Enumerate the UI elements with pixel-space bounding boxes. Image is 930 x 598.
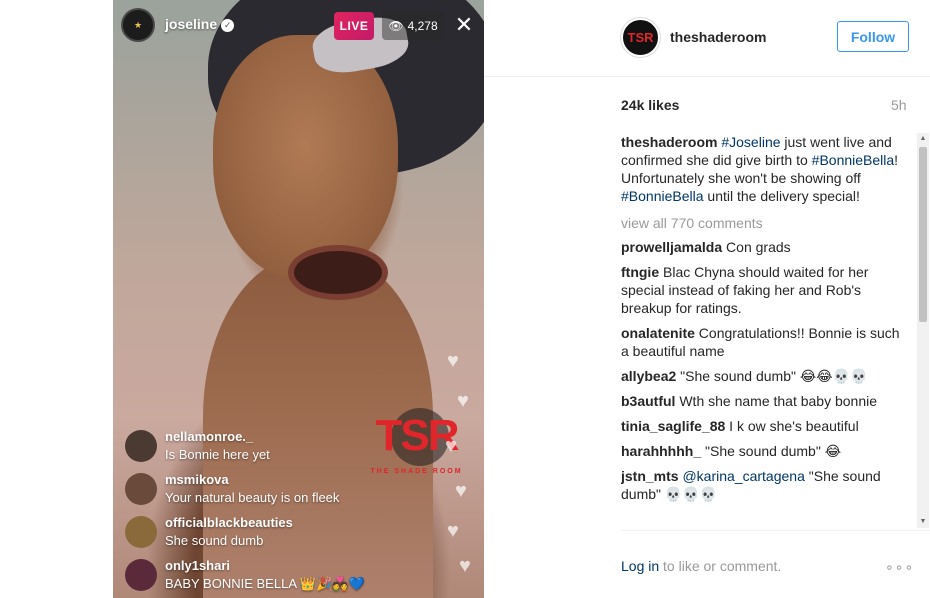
profile-username[interactable]: theshaderoom bbox=[670, 29, 766, 45]
heart-icon: ♥ bbox=[445, 435, 457, 457]
heart-icon: ♥ bbox=[457, 390, 469, 412]
commenter-username[interactable]: nellamonroe._ bbox=[165, 428, 270, 446]
comment-text: Wth she name that baby bonnie bbox=[675, 393, 878, 409]
comment-username[interactable]: onalatenite bbox=[621, 325, 695, 341]
live-badge: LIVE bbox=[334, 12, 374, 40]
live-comment: officialblackbeauties She sound dumb bbox=[125, 514, 385, 557]
comment-text: Is Bonnie here yet bbox=[165, 447, 270, 462]
comment-text: Blac Chyna should waited for her special… bbox=[621, 264, 869, 316]
comment-text: I k ow she's beautiful bbox=[725, 418, 859, 434]
comment: harahhhhh_ "She sound dumb" 😂 bbox=[621, 442, 911, 460]
comment-text: She sound dumb bbox=[165, 533, 264, 548]
comment-text: "She sound dumb" 😂 bbox=[701, 443, 842, 459]
live-comment: only1shari BABY BONNIE BELLA 👑🎉💑💙 bbox=[125, 557, 385, 598]
comment: onalatenite Congratulations!! Bonnie is … bbox=[621, 324, 911, 360]
live-broadcaster[interactable]: ★ joseline ✓ bbox=[121, 8, 235, 42]
heart-icon: ♥ bbox=[447, 350, 459, 372]
broadcaster-username[interactable]: joseline bbox=[165, 16, 217, 32]
close-icon[interactable]: ✕ bbox=[453, 14, 475, 36]
eye-icon: 👁 bbox=[388, 19, 404, 33]
caption-text: until the delivery special! bbox=[703, 188, 860, 204]
floating-hearts: ♥ ♥ ♥ ♥ ♥ ♥ bbox=[443, 340, 483, 598]
scroll-up-arrow-icon[interactable]: ▲ bbox=[919, 135, 927, 143]
live-comment: msmikova Your natural beauty is on fleek bbox=[125, 471, 385, 514]
view-all-comments-link[interactable]: view all 770 comments bbox=[621, 215, 911, 231]
post-header: TSR theshaderoom Follow bbox=[484, 0, 930, 77]
comment-text: "She sound dumb" 😂😂💀💀 bbox=[676, 368, 868, 384]
viewer-count: 👁 4,278 bbox=[382, 12, 444, 40]
post-caption: theshaderoom #Joseline just went live an… bbox=[621, 133, 911, 205]
broadcaster-avatar[interactable]: ★ bbox=[121, 8, 155, 42]
comment: jstn_mts @karina_cartagena "She sound du… bbox=[621, 467, 911, 503]
comment-text: Your natural beauty is on fleek bbox=[165, 490, 340, 505]
commenter-avatar[interactable] bbox=[125, 516, 157, 548]
video-frame-mouth bbox=[288, 245, 388, 300]
comment-username[interactable]: allybea2 bbox=[621, 368, 676, 384]
video-frame-face bbox=[213, 35, 398, 280]
likes-count[interactable]: 24k likes bbox=[621, 97, 679, 113]
commenter-username[interactable]: only1shari bbox=[165, 557, 365, 575]
hashtag-link[interactable]: #Joseline bbox=[721, 134, 780, 150]
commenter-avatar[interactable] bbox=[125, 473, 157, 505]
hashtag-link[interactable]: #BonnieBella bbox=[812, 152, 895, 168]
heart-icon: ♥ bbox=[459, 555, 471, 577]
commenter-avatar[interactable] bbox=[125, 559, 157, 591]
commenter-username[interactable]: officialblackbeauties bbox=[165, 514, 293, 532]
comment: b3autful Wth she name that baby bonnie bbox=[621, 392, 911, 410]
mention-link[interactable]: @karina_cartagena bbox=[682, 468, 804, 484]
comment: ftngie Blac Chyna should waited for her … bbox=[621, 263, 911, 317]
post-footer: Log in to like or comment. ∘∘∘ bbox=[621, 530, 930, 598]
comment-username[interactable]: jstn_mts bbox=[621, 468, 679, 484]
login-link[interactable]: Log in bbox=[621, 558, 659, 574]
login-prompt-text: to like or comment. bbox=[659, 558, 782, 574]
commenter-username[interactable]: msmikova bbox=[165, 471, 339, 489]
scrollbar-thumb[interactable] bbox=[919, 147, 927, 322]
comment: prowelljamalda Con grads bbox=[621, 238, 911, 256]
follow-button[interactable]: Follow bbox=[837, 21, 909, 52]
post-time[interactable]: 5h bbox=[891, 97, 907, 113]
profile-avatar[interactable]: TSR bbox=[621, 18, 660, 57]
comment: tinia_saglife_88 I k ow she's beautiful bbox=[621, 417, 911, 435]
live-comments: nellamonroe._ Is Bonnie here yet msmikova… bbox=[125, 428, 385, 598]
scroll-down-arrow-icon[interactable]: ▼ bbox=[919, 518, 927, 526]
comment-username[interactable]: ftngie bbox=[621, 264, 659, 280]
commenter-avatar[interactable] bbox=[125, 430, 157, 462]
verified-icon: ✓ bbox=[221, 19, 235, 32]
comment-text: Con grads bbox=[722, 239, 791, 255]
comment-username[interactable]: prowelljamalda bbox=[621, 239, 722, 255]
more-options-icon[interactable]: ∘∘∘ bbox=[885, 559, 914, 576]
viewer-count-value: 4,278 bbox=[407, 19, 438, 33]
live-comment: nellamonroe._ Is Bonnie here yet bbox=[125, 428, 385, 471]
comments-scroll-area[interactable]: theshaderoom #Joseline just went live an… bbox=[621, 133, 911, 528]
heart-icon: ♥ bbox=[447, 520, 459, 542]
comment-text: BABY BONNIE BELLA 👑🎉💑💙 bbox=[165, 576, 365, 591]
live-video[interactable]: ★ joseline ✓ LIVE 👁 4,278 ✕ TSR THE SHADE… bbox=[113, 0, 484, 598]
comment-username[interactable]: b3autful bbox=[621, 393, 675, 409]
comment-username[interactable]: tinia_saglife_88 bbox=[621, 418, 725, 434]
hashtag-link[interactable]: #BonnieBella bbox=[621, 188, 704, 204]
heart-icon: ♥ bbox=[455, 480, 467, 502]
comments-scrollbar[interactable]: ▲ ▼ bbox=[917, 133, 929, 528]
comment-username[interactable]: harahhhhh_ bbox=[621, 443, 701, 459]
caption-username[interactable]: theshaderoom bbox=[621, 134, 717, 150]
comment: allybea2 "She sound dumb" 😂😂💀💀 bbox=[621, 367, 911, 385]
login-prompt: Log in to like or comment. bbox=[621, 558, 781, 574]
post-panel: TSR theshaderoom Follow 24k likes 5h the… bbox=[484, 0, 930, 598]
